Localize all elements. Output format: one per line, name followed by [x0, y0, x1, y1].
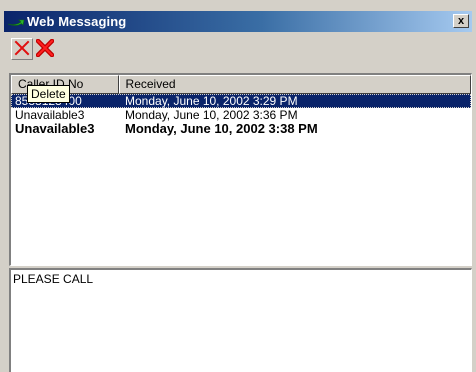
- green-arrow-icon: [5, 11, 27, 32]
- web-messaging-window: Web Messaging x Delete Caller ID No Rece…: [0, 0, 476, 372]
- red-x-bold-icon: [34, 37, 56, 60]
- title-bar[interactable]: Web Messaging x: [4, 11, 472, 32]
- message-body-pane[interactable]: PLEASE CALL: [9, 268, 472, 372]
- received-cell: Monday, June 10, 2002 3:36 PM: [125, 108, 298, 122]
- close-icon: x: [457, 14, 465, 27]
- list-item[interactable]: Unavailable3 Monday, June 10, 2002 3:38 …: [11, 122, 471, 136]
- list-item[interactable]: 8588123400 Monday, June 10, 2002 3:29 PM: [11, 94, 471, 108]
- window-title: Web Messaging: [27, 14, 127, 29]
- delete-button[interactable]: [11, 38, 33, 60]
- list-header: Caller ID No Received: [11, 75, 471, 94]
- toolbar: [4, 32, 472, 66]
- red-x-outline-icon: [14, 40, 30, 59]
- message-list[interactable]: Caller ID No Received 8588123400 Monday,…: [9, 73, 472, 266]
- caller-id-cell: Unavailable3: [15, 122, 95, 136]
- received-cell: Monday, June 10, 2002 3:29 PM: [125, 94, 298, 108]
- received-cell: Monday, June 10, 2002 3:38 PM: [125, 121, 318, 136]
- list-rows: 8588123400 Monday, June 10, 2002 3:29 PM…: [11, 94, 471, 136]
- list-item[interactable]: Unavailable3 Monday, June 10, 2002 3:36 …: [11, 108, 471, 122]
- delete-all-button[interactable]: [34, 37, 56, 60]
- message-text: PLEASE CALL: [13, 272, 94, 286]
- close-button[interactable]: x: [453, 14, 469, 28]
- caller-id-cell: Unavailable3: [15, 108, 85, 122]
- column-header-received[interactable]: Received: [118, 75, 471, 94]
- delete-tooltip: Delete: [27, 85, 70, 103]
